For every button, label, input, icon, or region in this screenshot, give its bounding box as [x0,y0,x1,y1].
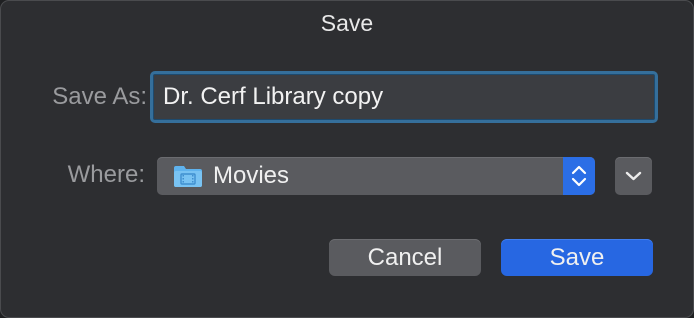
save-dialog: Save Save As: Where: Movies Cancel S [0,0,694,318]
movies-folder-icon [174,166,202,187]
chevron-down-icon [625,171,642,181]
where-stepper[interactable] [563,157,595,195]
save-as-field[interactable] [150,71,658,123]
expand-browser-button[interactable] [615,157,652,195]
dialog-title: Save [320,10,374,36]
cancel-button[interactable]: Cancel [329,239,481,276]
where-popup-button[interactable]: Movies [157,157,595,195]
up-down-chevron-icon [571,165,587,187]
save-button[interactable]: Save [501,239,653,276]
save-as-label: Save As: [52,83,147,110]
where-label: Where: [67,161,145,188]
where-value: Movies [213,162,290,189]
